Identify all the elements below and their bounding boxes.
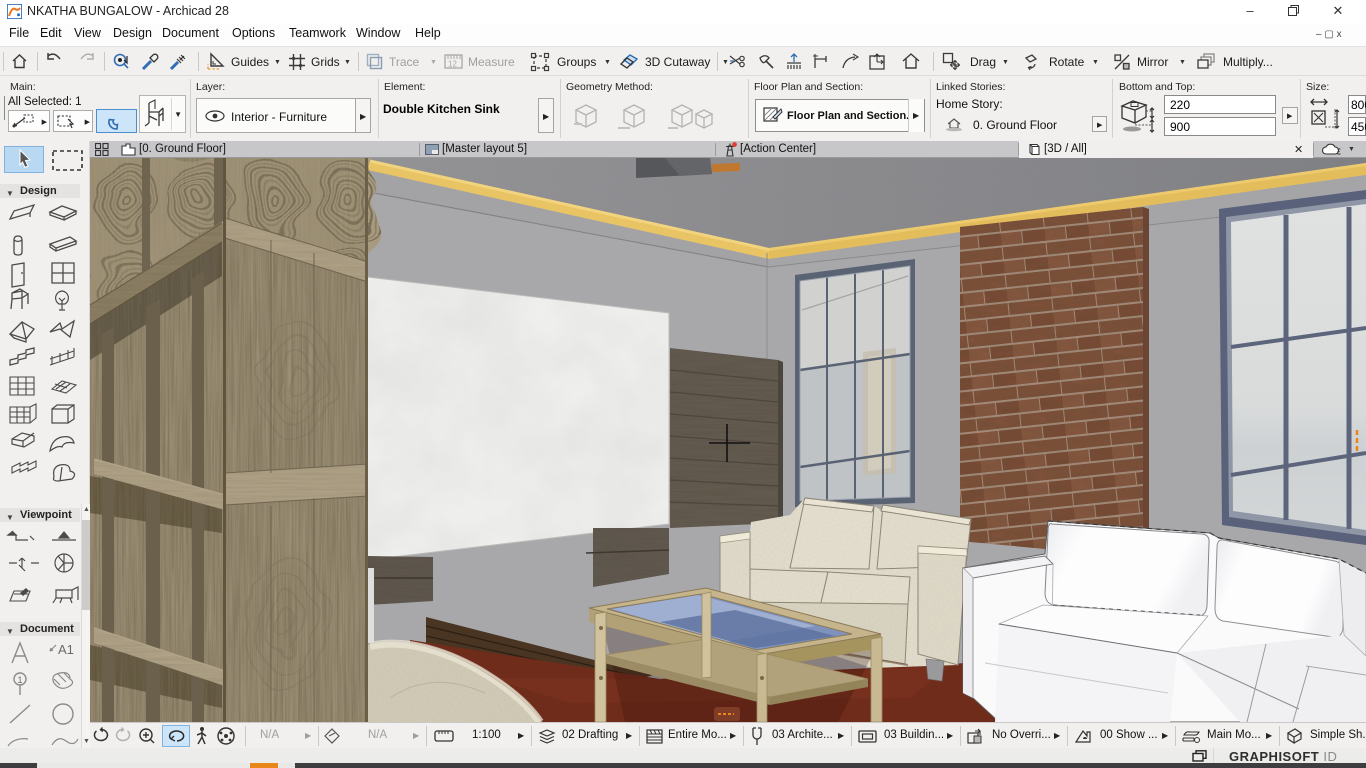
svg-text:1: 1 bbox=[18, 675, 23, 685]
svg-text:12: 12 bbox=[448, 60, 457, 69]
svg-text:A1: A1 bbox=[58, 642, 74, 657]
